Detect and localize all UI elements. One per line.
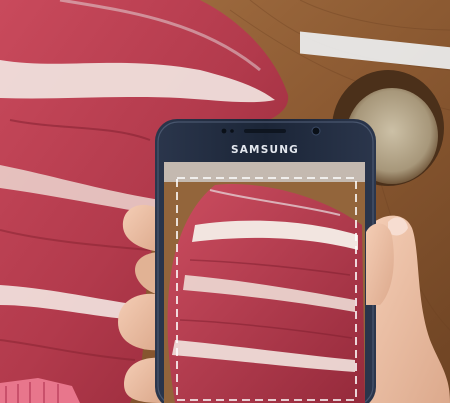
scene-illustration — [0, 0, 450, 403]
front-camera — [311, 126, 321, 136]
phone-brand-logo: SAMSUNG — [230, 144, 300, 156]
earpiece — [244, 129, 286, 133]
sensor-dot — [221, 128, 227, 134]
photo-scene: SAMSUNG — [0, 0, 450, 403]
camera-viewfinder — [164, 162, 365, 403]
